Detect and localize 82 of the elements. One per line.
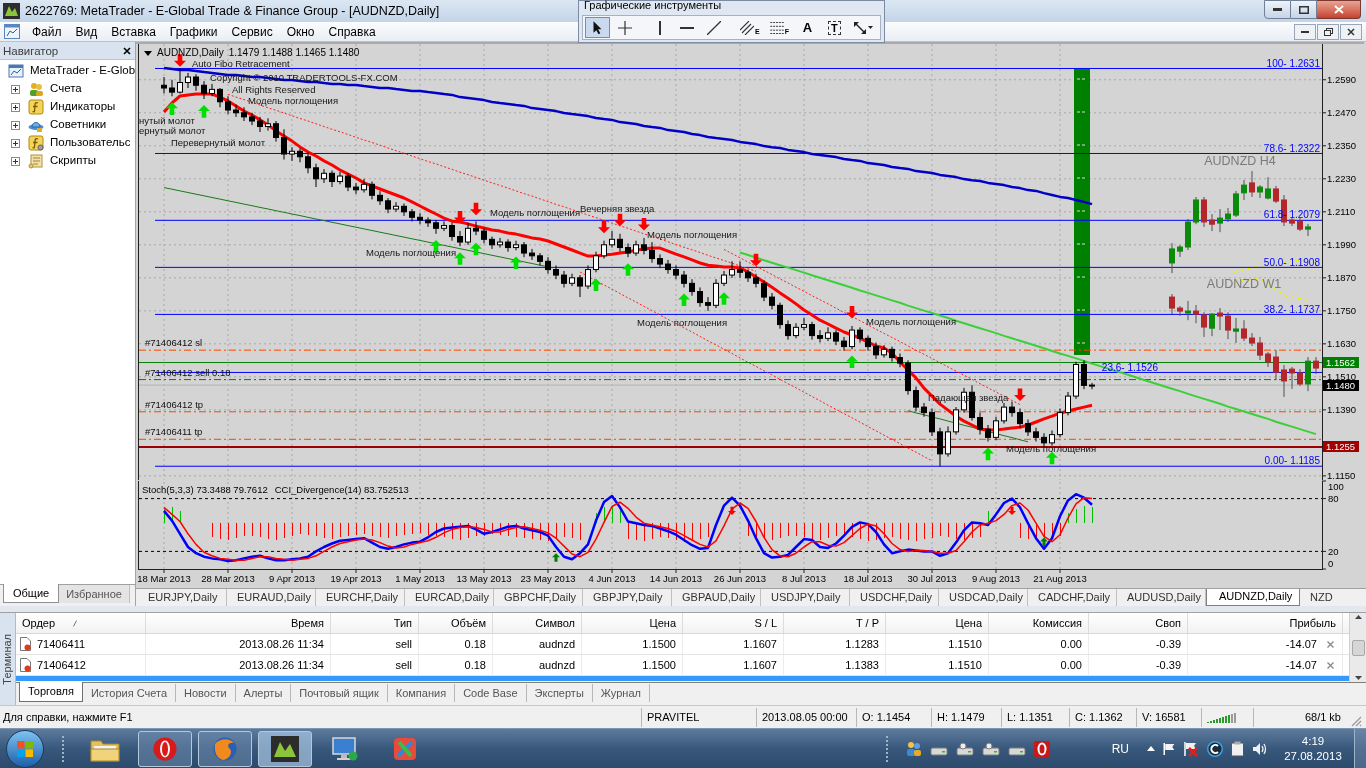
- price-tag: 1.1480: [1323, 379, 1359, 391]
- chart-note: нутый молот: [139, 115, 195, 126]
- table-cell-text: -14.07: [1285, 657, 1317, 673]
- table-cell-text: -0.39: [1155, 636, 1181, 652]
- table-cell-text: 1.1500: [642, 636, 676, 652]
- table-cell-text: 1.1607: [743, 636, 777, 652]
- order-label: #71406412 sl: [145, 337, 203, 349]
- timeframe-label: AUDNZD H4: [1204, 154, 1276, 169]
- status-field: C: 1.1362: [1075, 708, 1123, 726]
- axis-label: 1.2590: [1327, 74, 1357, 86]
- axis-label: 1.2230: [1327, 173, 1357, 185]
- clock-time: 4:19: [1301, 733, 1325, 749]
- table-cell-text: 1.1383: [845, 657, 879, 673]
- axis-label: 20: [1328, 545, 1339, 557]
- table-cell-text: 71406412: [37, 657, 86, 673]
- chart-note: Модель поглощения: [866, 316, 957, 327]
- window-title: 2622769: MetaTrader - E-Global Trade & Finance Group - [AUDNZD,Daily]: [25, 2, 440, 20]
- price-tag: 1.1255: [1323, 441, 1359, 453]
- clock-date: 27.08.2013: [1284, 748, 1342, 764]
- axis-label: 1.2470: [1327, 107, 1357, 119]
- chart-note: Вечерняя звезда: [580, 203, 655, 214]
- table-cell-text: 1.1510: [948, 636, 982, 652]
- table-cell-text: 2013.08.26 11:34: [239, 636, 324, 652]
- level-label: 78.6- 1.2322: [1263, 142, 1320, 154]
- level-label: 50.0- 1.1908: [1263, 256, 1320, 268]
- table-cell-text: audnzd: [538, 636, 575, 652]
- chart-note: Модель поглощения: [248, 95, 339, 106]
- chart-title: AUDNZD,Daily: [157, 47, 224, 59]
- table-cell-text: 1.1283: [845, 636, 879, 652]
- table-cell-text: 0.18: [464, 636, 486, 652]
- panel-title: Терминал: [0, 633, 15, 685]
- chart-quote: 1.1479 1.1488 1.1465 1.1480: [228, 47, 360, 59]
- table-cell-text: 0.00: [1060, 636, 1082, 652]
- axis-label: 1.1870: [1327, 272, 1357, 284]
- order-label: #71406412 tp: [145, 398, 204, 410]
- order-label: #71406411 tp: [145, 426, 203, 438]
- status-field: 2013.08.05 00:00: [762, 708, 848, 726]
- axis-label: 1.1390: [1327, 404, 1357, 416]
- table-cell-text: 2013.08.26 11:34: [239, 657, 324, 673]
- price-tag: 1.1562: [1323, 357, 1359, 369]
- table-cell-text: 1.1607: [743, 657, 777, 673]
- table-cell-text: -0.39: [1155, 657, 1181, 673]
- chart-note: Модель поглощения: [647, 229, 738, 240]
- toolbar-title: Графические инструменты: [584, 0, 722, 11]
- status-field: V: 16581: [1142, 708, 1186, 726]
- axis-label: 80: [1328, 493, 1339, 505]
- table-cell-text: 71406411: [37, 636, 86, 652]
- table-cell-text: sell: [395, 657, 412, 673]
- chart-note: Auto Fibo Retracement: [192, 58, 290, 69]
- chart-note: ернутый молот: [139, 125, 206, 136]
- table-cell-text: 0.00: [1060, 657, 1082, 673]
- table-cell-text: audnzd: [538, 657, 575, 673]
- table-cell-text: 1.1510: [948, 657, 982, 673]
- table-cell-text: 0.18: [464, 657, 486, 673]
- axis-label: 1.1630: [1327, 338, 1357, 350]
- status-field: H: 1.1479: [937, 708, 985, 726]
- status-field: L: 1.1351: [1007, 708, 1053, 726]
- axis-label: 1.1750: [1327, 305, 1357, 317]
- chart-note: Перевернутый молот: [171, 137, 265, 148]
- table-cell-text: 1.1500: [642, 657, 676, 673]
- level-label: 38.2- 1.1737: [1263, 303, 1320, 315]
- axis-label: 1.2350: [1327, 140, 1357, 152]
- axis-label: 0: [1328, 558, 1334, 569]
- panel-title: Навигатор: [3, 43, 59, 58]
- chart-note: Модель поглощения: [637, 317, 728, 328]
- level-label: 0.00- 1.1185: [1264, 455, 1320, 466]
- status-text: Для справки, нажмите F1: [3, 710, 133, 723]
- status-field: 68/1 kb: [1304, 708, 1341, 726]
- chart-note: Модель поглощения: [366, 247, 457, 258]
- chart-note: Модель поглощения: [490, 207, 581, 218]
- level-label: 100- 1.2631: [1266, 57, 1320, 69]
- status-field: O: 1.1454: [862, 708, 911, 726]
- chart-note: All Rights Reserved: [232, 84, 316, 95]
- table-cell-text: -14.07: [1285, 636, 1317, 652]
- axis-label: 1.2110: [1327, 206, 1356, 218]
- axis-label: 100: [1328, 481, 1344, 492]
- status-field: PRAVITEL: [647, 708, 700, 726]
- axis-label: 1.1990: [1327, 239, 1357, 251]
- table-cell-text: sell: [395, 636, 412, 652]
- level-label: 23.6- 1.1526: [1101, 361, 1158, 373]
- timeframe-label: AUDNZD W1: [1206, 277, 1282, 292]
- axis-label: 1.1150: [1327, 470, 1356, 480]
